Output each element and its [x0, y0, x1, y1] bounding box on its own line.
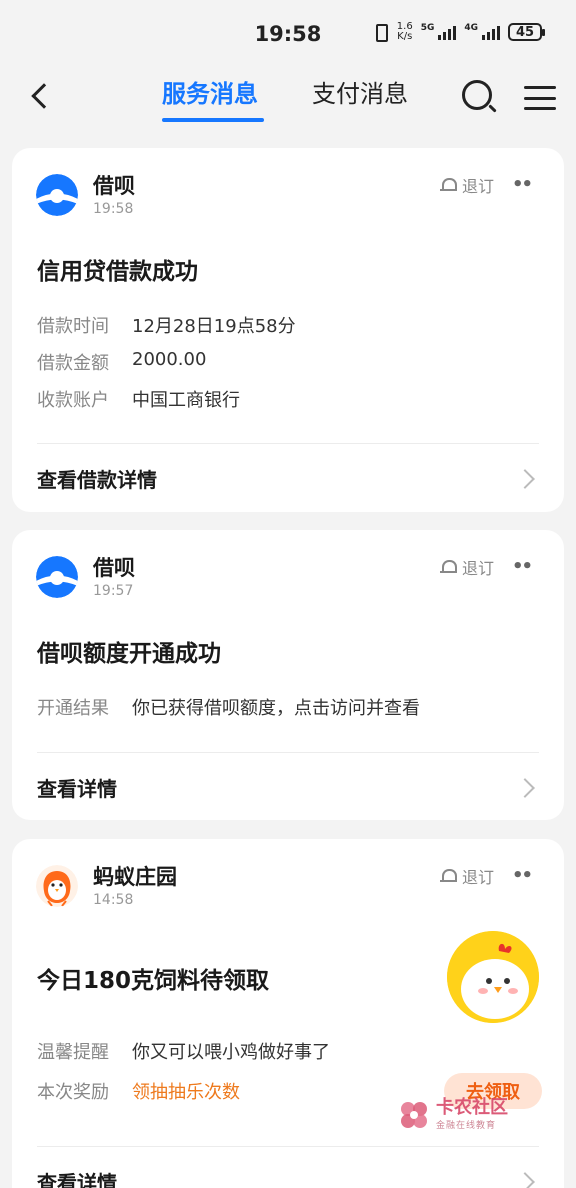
tab-service-messages[interactable]: 服务消息 — [162, 74, 258, 109]
message-card[interactable]: 蚂蚁庄园 14:58 退订 •• 今日180克饲料待领取 温馨提醒 你又可以喂小… — [12, 839, 564, 1188]
message-card[interactable]: 借呗 19:57 退订 •• 借呗额度开通成功 开通结果 你已获得借呗额度，点击… — [12, 530, 564, 820]
battery-level: 45 — [515, 24, 535, 40]
message-time: 19:57 — [93, 583, 134, 599]
search-icon-handle — [488, 104, 497, 113]
bell-icon — [440, 559, 457, 576]
divider — [37, 1146, 539, 1147]
bell-icon — [440, 177, 457, 194]
net-speed-unit: K/s — [397, 31, 413, 42]
chick-illustration-icon — [447, 931, 539, 1023]
card-title: 信用贷借款成功 — [37, 259, 198, 285]
ant-farm-chick-icon — [36, 865, 78, 907]
unsubscribe-label: 退订 — [462, 559, 495, 578]
view-details-link[interactable]: 查看详情 — [37, 1167, 117, 1188]
divider — [37, 752, 539, 753]
nav-bar: 服务消息 支付消息 — [0, 66, 576, 126]
chevron-right-icon — [515, 469, 535, 489]
card-header: 借呗 19:58 退订 •• — [12, 148, 564, 228]
battery-icon: 45 — [508, 23, 545, 41]
watermark-title: 卡农社区 — [436, 1097, 508, 1118]
more-options-icon[interactable]: •• — [512, 865, 533, 886]
detail-row: 温馨提醒 你又可以喂小鸡做好事了 — [37, 1038, 330, 1064]
detail-value: 你又可以喂小鸡做好事了 — [132, 1042, 330, 1063]
sender-name: 借呗 — [93, 174, 135, 198]
view-loan-details-link[interactable]: 查看借款详情 — [37, 464, 157, 493]
detail-row: 本次奖励 领抽抽乐次数 — [37, 1078, 240, 1104]
back-button[interactable] — [22, 78, 58, 114]
message-time: 19:58 — [93, 201, 134, 217]
menu-icon-line — [524, 96, 556, 100]
bell-icon — [440, 868, 457, 885]
detail-key: 借款金额 — [37, 353, 109, 374]
network-4g-label: 4G — [464, 23, 478, 33]
more-options-icon[interactable]: •• — [512, 174, 533, 195]
chevron-right-icon — [515, 778, 535, 798]
watermark-text: 卡农社区 金融在线教育 — [436, 1097, 508, 1132]
card-header: 借呗 19:57 退订 •• — [12, 530, 564, 610]
status-icons: 1.6 K/s 5G 4G 45 — [371, 22, 545, 42]
network-5g-label: 5G — [420, 23, 435, 33]
menu-button[interactable] — [524, 86, 556, 110]
detail-key: 本次奖励 — [37, 1082, 109, 1103]
unsubscribe-label: 退订 — [462, 177, 495, 196]
detail-value: 2000.00 — [132, 349, 207, 370]
unsubscribe-button[interactable]: 退订 — [440, 555, 494, 579]
kanong-logo-icon — [398, 1099, 430, 1131]
detail-value: 12月28日19点58分 — [132, 316, 296, 337]
unsubscribe-label: 退订 — [462, 868, 495, 887]
card-title: 今日180克饲料待领取 — [37, 968, 270, 994]
sender-name: 借呗 — [93, 556, 135, 580]
unsubscribe-button[interactable]: 退订 — [440, 864, 494, 888]
vibrate-icon — [371, 23, 389, 42]
message-card[interactable]: 借呗 19:58 退订 •• 信用贷借款成功 借款时间 12月28日19点58分… — [12, 148, 564, 512]
reward-value: 领抽抽乐次数 — [132, 1082, 240, 1103]
unsubscribe-button[interactable]: 退订 — [440, 173, 494, 197]
signal-icon-2 — [482, 24, 500, 40]
signal-icon — [438, 24, 457, 40]
detail-value: 你已获得借呗额度，点击访问并查看 — [132, 698, 420, 719]
detail-key: 收款账户 — [37, 390, 109, 411]
chevron-right-icon — [515, 1172, 535, 1188]
status-bar: 19:58 1.6 K/s 5G 4G 45 — [0, 0, 576, 66]
message-time: 14:58 — [93, 892, 134, 908]
menu-icon — [524, 86, 556, 89]
detail-key: 温馨提醒 — [37, 1042, 109, 1063]
tab-payment-messages[interactable]: 支付消息 — [312, 74, 408, 109]
jiebei-logo-icon — [36, 174, 78, 216]
active-tab-indicator — [162, 118, 264, 122]
detail-key: 借款时间 — [37, 316, 109, 337]
detail-row: 开通结果 你已获得借呗额度，点击访问并查看 — [37, 694, 420, 720]
detail-row: 收款账户 中国工商银行 — [37, 386, 240, 412]
menu-icon-line — [524, 107, 556, 110]
sender-name: 蚂蚁庄园 — [93, 865, 177, 889]
more-options-icon[interactable]: •• — [512, 556, 533, 577]
divider — [37, 443, 539, 444]
card-header: 蚂蚁庄园 14:58 退订 •• — [12, 839, 564, 919]
back-arrow-icon — [31, 83, 57, 109]
net-speed: 1.6 K/s — [397, 22, 413, 42]
card-title: 借呗额度开通成功 — [37, 641, 221, 667]
detail-key: 开通结果 — [37, 698, 109, 719]
view-details-link[interactable]: 查看详情 — [37, 773, 117, 802]
detail-row: 借款金额 2000.00 — [37, 349, 206, 375]
search-button[interactable] — [462, 80, 497, 114]
detail-row: 借款时间 12月28日19点58分 — [37, 312, 296, 338]
detail-value: 中国工商银行 — [132, 390, 240, 411]
watermark-subtitle: 金融在线教育 — [436, 1121, 497, 1131]
jiebei-logo-icon — [36, 556, 78, 598]
kanong-watermark: 卡农社区 金融在线教育 — [398, 1098, 508, 1131]
